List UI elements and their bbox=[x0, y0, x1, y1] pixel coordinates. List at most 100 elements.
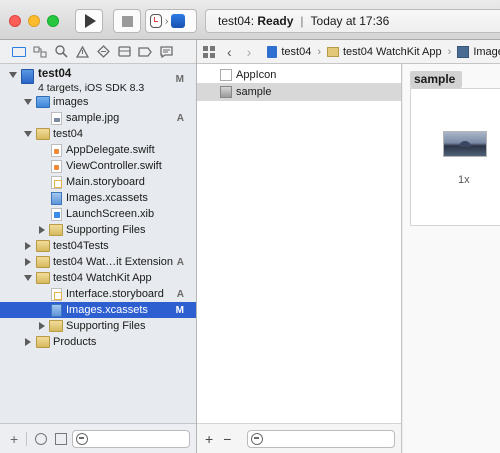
image-thumbnail[interactable] bbox=[443, 131, 487, 157]
issue-navigator-tab[interactable] bbox=[74, 44, 90, 60]
folder-icon bbox=[36, 128, 50, 140]
tree-row-label: Images.xcassets bbox=[66, 304, 148, 316]
disclosure-down-icon[interactable] bbox=[8, 70, 18, 80]
debug-icon bbox=[117, 46, 131, 57]
add-asset-button[interactable]: + bbox=[205, 431, 213, 447]
breadcrumb-watchkit-app[interactable]: test04 WatchKit App bbox=[326, 45, 442, 58]
tree-row-label: images bbox=[53, 96, 89, 108]
scm-status-badge: A bbox=[176, 112, 184, 124]
back-arrow-icon[interactable]: ‹ bbox=[227, 44, 232, 60]
disclosure-down-icon[interactable] bbox=[23, 97, 33, 107]
tree-row-images-folder[interactable]: images bbox=[0, 94, 196, 110]
tree-row-label: Main.storyboard bbox=[66, 176, 145, 188]
tree-row-test04tests[interactable]: test04Tests bbox=[0, 238, 196, 254]
breadcrumb-images[interactable]: Images bbox=[457, 45, 500, 58]
tree-row-launchscreen[interactable]: LaunchScreen.xib bbox=[0, 206, 196, 222]
breadcrumb-project[interactable]: test04 bbox=[267, 45, 311, 58]
zoom-window-button[interactable] bbox=[47, 15, 59, 27]
symbol-navigator-tab[interactable] bbox=[32, 44, 48, 60]
test-navigator-tab[interactable] bbox=[95, 44, 111, 60]
chevron-right-icon: › bbox=[447, 45, 452, 58]
watch-scheme-icon bbox=[150, 14, 162, 28]
tree-row-test04-group[interactable]: test04 bbox=[0, 126, 196, 142]
add-file-button[interactable]: + bbox=[10, 431, 18, 447]
asset-catalog-icon bbox=[457, 45, 470, 58]
close-window-button[interactable] bbox=[9, 15, 21, 27]
image-set-well: 1x bbox=[410, 88, 500, 226]
tree-row-supporting-files[interactable]: Supporting Files bbox=[0, 222, 196, 238]
forward-arrow-icon[interactable]: › bbox=[247, 44, 252, 60]
warning-icon bbox=[75, 45, 89, 58]
tree-row-label: test04 WatchKit App bbox=[53, 272, 152, 284]
breakpoint-icon bbox=[138, 46, 152, 57]
project-navigator-tab[interactable] bbox=[11, 44, 27, 60]
project-name: test04 bbox=[38, 68, 72, 80]
breadcrumb-label: test04 WatchKit App bbox=[342, 45, 442, 58]
stop-button[interactable] bbox=[113, 9, 141, 33]
scheme-selector[interactable]: › bbox=[145, 9, 197, 33]
disclosure-right-icon[interactable] bbox=[37, 225, 47, 235]
test-icon bbox=[96, 45, 110, 58]
tree-row-appdelegate[interactable]: AppDelegate.swift bbox=[0, 142, 196, 158]
navigator-filter-field[interactable] bbox=[72, 430, 190, 448]
tree-row-label: ViewController.swift bbox=[66, 160, 162, 172]
tree-row-label: Supporting Files bbox=[66, 320, 146, 332]
editor-jump-bar: ‹ › test04 › test04 WatchKit App › Image… bbox=[197, 40, 500, 64]
navigator-tab-bar bbox=[0, 40, 196, 64]
disclosure-right-icon[interactable] bbox=[23, 337, 33, 347]
disclosure-right-icon[interactable] bbox=[23, 257, 33, 267]
asset-row-sample[interactable]: sample bbox=[197, 83, 401, 101]
chevron-right-icon: › bbox=[165, 15, 169, 27]
tree-row-watch-supporting-files[interactable]: Supporting Files bbox=[0, 318, 196, 334]
swift-file-icon bbox=[51, 143, 62, 157]
tree-row-label: Supporting Files bbox=[66, 224, 146, 236]
asset-filter-field[interactable] bbox=[247, 430, 395, 448]
tree-row-watchkit-app[interactable]: test04 WatchKit App bbox=[0, 270, 196, 286]
tree-row-interface-storyboard[interactable]: Interface.storyboard A bbox=[0, 286, 196, 302]
project-subtitle: 4 targets, iOS SDK 8.3 bbox=[38, 82, 145, 94]
folder-icon bbox=[36, 336, 50, 348]
recent-files-clock-icon[interactable] bbox=[35, 432, 48, 445]
asset-row-appicon[interactable]: AppIcon bbox=[197, 66, 401, 84]
asset-catalog-icon bbox=[51, 303, 62, 317]
project-root-row[interactable]: test04 4 targets, iOS SDK 8.3 M bbox=[0, 67, 196, 97]
disclosure-right-icon[interactable] bbox=[23, 241, 33, 251]
run-button[interactable] bbox=[75, 9, 103, 33]
image-set-editor: sample 1x bbox=[403, 64, 500, 453]
related-items-grid-icon[interactable] bbox=[203, 45, 215, 58]
disclosure-down-icon[interactable] bbox=[23, 129, 33, 139]
tree-row-label: test04 bbox=[53, 128, 83, 140]
image-set-title: sample bbox=[410, 71, 462, 88]
scm-filter-icon[interactable] bbox=[55, 432, 68, 445]
tree-row-sample-jpg[interactable]: sample.jpg A bbox=[0, 110, 196, 126]
tree-row-images-xcassets[interactable]: Images.xcassets bbox=[0, 190, 196, 206]
breakpoint-navigator-tab[interactable] bbox=[137, 44, 153, 60]
scm-status-badge: M bbox=[175, 74, 184, 85]
scm-status-badge: A bbox=[176, 256, 184, 268]
project-navigator: test04 4 targets, iOS SDK 8.3 M images s… bbox=[0, 40, 197, 453]
disclosure-down-icon[interactable] bbox=[23, 273, 33, 283]
tree-row-label: Interface.storyboard bbox=[66, 288, 164, 300]
tree-row-products[interactable]: Products bbox=[0, 334, 196, 350]
disclosure-right-icon[interactable] bbox=[37, 321, 47, 331]
app-destination-icon bbox=[171, 14, 186, 28]
tree-row-viewcontroller[interactable]: ViewController.swift bbox=[0, 158, 196, 174]
minimize-window-button[interactable] bbox=[28, 15, 40, 27]
folder-icon bbox=[36, 256, 50, 268]
divider bbox=[26, 431, 28, 446]
stop-icon bbox=[121, 15, 133, 27]
tree-row-main-storyboard[interactable]: Main.storyboard bbox=[0, 174, 196, 190]
scm-status-badge: A bbox=[176, 288, 184, 300]
tree-row-watchkit-extension[interactable]: test04 Wat…it Extension A bbox=[0, 254, 196, 270]
report-navigator-tab[interactable] bbox=[158, 44, 174, 60]
folder-icon bbox=[49, 224, 63, 236]
scale-label: 1x bbox=[458, 174, 470, 186]
debug-navigator-tab[interactable] bbox=[116, 44, 132, 60]
swift-file-icon bbox=[51, 159, 62, 173]
project-file-icon bbox=[21, 69, 34, 84]
find-navigator-tab[interactable] bbox=[53, 44, 69, 60]
tree-row-watch-images-xcassets[interactable]: Images.xcassets M bbox=[0, 302, 196, 318]
xib-file-icon bbox=[51, 207, 62, 221]
remove-asset-button[interactable]: − bbox=[223, 431, 231, 447]
folder-icon bbox=[36, 240, 50, 252]
